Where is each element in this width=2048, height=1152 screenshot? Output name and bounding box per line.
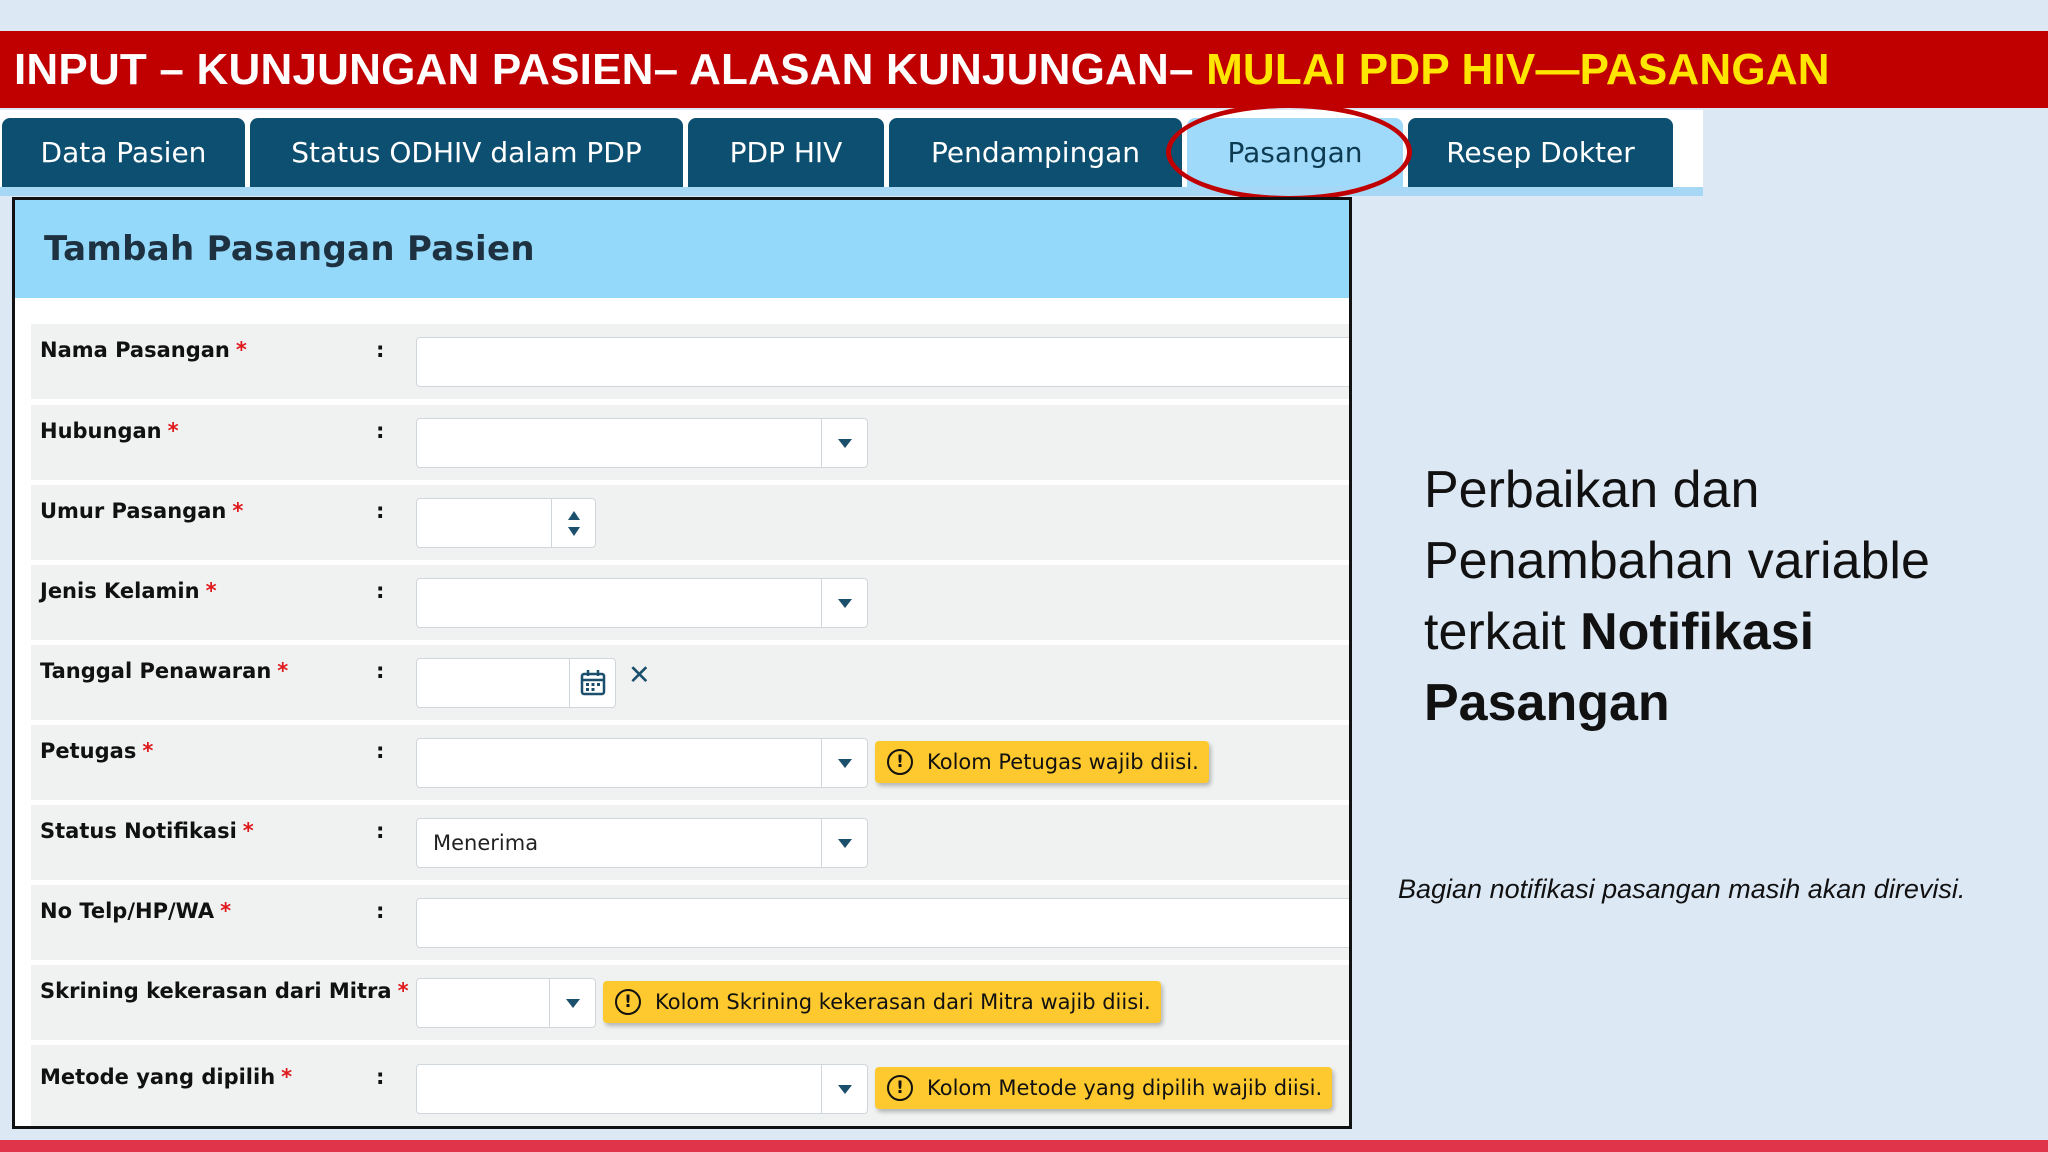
slide-note: Bagian notifikasi pasangan masih akan di… (1398, 874, 1966, 904)
label-text: Tanggal Penawaran (40, 659, 272, 683)
metode-warning: ! Kolom Metode yang dipilih wajib diisi. (875, 1067, 1333, 1109)
warning-text: Kolom Skrining kekerasan dari Mitra waji… (655, 990, 1151, 1014)
required-mark: * (235, 338, 247, 362)
colon: : (376, 499, 385, 523)
petugas-select[interactable] (416, 738, 868, 788)
warning-text: Kolom Petugas wajib diisi. (927, 750, 1199, 774)
skrining-warning: ! Kolom Skrining kekerasan dari Mitra waj… (603, 981, 1161, 1023)
colon: : (376, 819, 385, 843)
warning-text: Kolom Metode yang dipilih wajib diisi. (927, 1076, 1323, 1100)
chevron-down-icon[interactable] (821, 419, 867, 467)
increment-icon[interactable] (567, 510, 580, 520)
umur-pasangan-stepper[interactable] (416, 498, 596, 548)
row-skrining: Skrining kekerasan dari Mitra * ! Kolom Sk… (31, 964, 1349, 1040)
calendar-icon[interactable] (569, 659, 615, 707)
colon: : (376, 899, 385, 923)
colon: : (376, 419, 385, 443)
status-notifikasi-select[interactable]: Menerima (416, 818, 868, 868)
decrement-icon[interactable] (567, 526, 580, 536)
label-status-notifikasi: Status Notifikasi * (40, 819, 254, 843)
slide-title-main: INPUT – KUNJUNGAN PASIEN– ALASAN KUNJUNG… (14, 44, 1207, 94)
hubungan-select[interactable] (416, 418, 868, 468)
required-mark: * (242, 819, 254, 843)
row-nama-pasangan: Nama Pasangan * : (31, 323, 1349, 399)
metode-select[interactable] (416, 1064, 868, 1114)
petugas-warning: ! Kolom Petugas wajib diisi. (875, 741, 1209, 783)
required-mark: * (281, 1065, 293, 1089)
jenis-kelamin-select[interactable] (416, 578, 868, 628)
no-telp-input[interactable] (416, 898, 1349, 948)
tab-pendampingan[interactable]: Pendampingan (889, 118, 1182, 187)
row-no-telp: No Telp/HP/WA * : (31, 884, 1349, 960)
chevron-down-icon[interactable] (821, 819, 867, 867)
exclamation-circle-icon: ! (887, 749, 913, 775)
bottom-bar (0, 1140, 2048, 1152)
close-icon[interactable]: ✕ (628, 662, 651, 689)
label-text: Hubungan (40, 419, 162, 443)
colon: : (376, 338, 385, 362)
tab-status-odhiv[interactable]: Status ODHIV dalam PDP (250, 118, 683, 187)
row-tanggal-penawaran: Tanggal Penawaran * : ✕ (31, 644, 1349, 720)
nama-pasangan-input[interactable] (416, 337, 1349, 387)
row-jenis-kelamin: Jenis Kelamin * : (31, 564, 1349, 640)
chevron-down-icon[interactable] (821, 739, 867, 787)
label-hubungan: Hubungan * (40, 419, 179, 443)
colon: : (376, 579, 385, 603)
row-metode: Metode yang dipilih * : ! Kolom Metode yan… (31, 1044, 1349, 1126)
label-text: Metode yang dipilih (40, 1065, 276, 1089)
required-mark: * (397, 979, 409, 1003)
label-no-telp: No Telp/HP/WA * (40, 899, 231, 923)
tab-pasangan[interactable]: Pasangan (1187, 118, 1403, 187)
slide-title-bar: INPUT – KUNJUNGAN PASIEN– ALASAN KUNJUNG… (0, 31, 2048, 108)
row-status-notifikasi: Status Notifikasi * : Menerima (31, 804, 1349, 880)
label-text: Petugas (40, 739, 137, 763)
chevron-down-icon[interactable] (549, 979, 595, 1027)
spinner-arrows-icon[interactable] (551, 499, 595, 547)
label-jenis-kelamin: Jenis Kelamin * (40, 579, 217, 603)
colon: : (376, 1065, 385, 1089)
label-text: Jenis Kelamin (40, 579, 200, 603)
required-mark: * (205, 579, 217, 603)
label-tanggal-penawaran: Tanggal Penawaran * (40, 659, 288, 683)
required-mark: * (220, 899, 232, 923)
slide-side-text: Perbaikan dan Penambahan variable terkai… (1424, 455, 2024, 739)
form-panel: Tambah Pasangan Pasien Nama Pasangan * : … (12, 197, 1352, 1129)
label-skrining: Skrining kekerasan dari Mitra * (40, 979, 409, 1003)
label-nama-pasangan: Nama Pasangan * (40, 338, 247, 362)
skrining-select[interactable] (416, 978, 596, 1028)
row-umur-pasangan: Umur Pasangan * : (31, 484, 1349, 560)
label-text: Nama Pasangan (40, 338, 230, 362)
exclamation-circle-icon: ! (887, 1075, 913, 1101)
required-mark: * (232, 499, 244, 523)
required-mark: * (277, 659, 289, 683)
slide-title: INPUT – KUNJUNGAN PASIEN– ALASAN KUNJUNG… (14, 45, 1830, 95)
tab-bar: Data Pasien Status ODHIV dalam PDP PDP H… (0, 110, 1703, 196)
label-umur-pasangan: Umur Pasangan * (40, 499, 243, 523)
tab-data-pasien[interactable]: Data Pasien (2, 118, 245, 187)
label-petugas: Petugas * (40, 739, 153, 763)
tanggal-penawaran-input[interactable] (416, 658, 616, 708)
form-title: Tambah Pasangan Pasien (44, 229, 535, 269)
row-petugas: Petugas * : ! Kolom Petugas wajib diisi. (31, 724, 1349, 800)
slide-title-highlight: MULAI PDP HIV—PASANGAN (1206, 44, 1830, 94)
form-header: Tambah Pasangan Pasien (15, 200, 1349, 298)
required-mark: * (167, 419, 179, 443)
label-metode: Metode yang dipilih * (40, 1065, 292, 1089)
chevron-down-icon[interactable] (821, 1065, 867, 1113)
label-text: Skrining kekerasan dari Mitra (40, 979, 392, 1003)
exclamation-circle-icon: ! (615, 989, 641, 1015)
colon: : (376, 659, 385, 683)
label-text: Umur Pasangan (40, 499, 227, 523)
colon: : (376, 739, 385, 763)
required-mark: * (142, 739, 154, 763)
label-text: Status Notifikasi (40, 819, 237, 843)
label-text: No Telp/HP/WA (40, 899, 215, 923)
row-hubungan: Hubungan * : (31, 404, 1349, 480)
tab-resep-dokter[interactable]: Resep Dokter (1408, 118, 1673, 187)
form-body: Nama Pasangan * : Hubungan * : Umur Pasang… (15, 298, 1349, 1126)
tab-pdp-hiv[interactable]: PDP HIV (688, 118, 884, 187)
field-value: Menerima (433, 831, 539, 855)
chevron-down-icon[interactable] (821, 579, 867, 627)
